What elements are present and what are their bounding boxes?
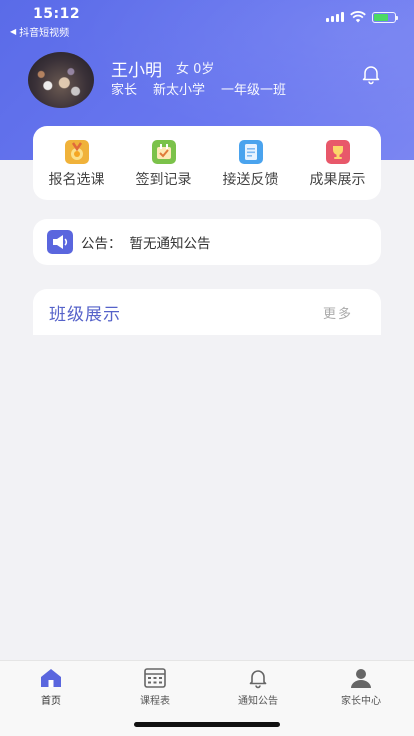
notice-label: 公告： [81,236,122,252]
tab-schedule[interactable]: 课程表 [115,667,195,707]
bell-icon [249,670,267,689]
signal-icon [326,12,344,22]
quick-action-signup[interactable]: 报名选课 [33,126,120,200]
tab-notices[interactable]: 通知公告 [218,667,298,707]
calendar-icon [144,668,166,688]
user-role: 家长 [111,83,138,98]
notice-text: 暂无通知公告 [129,236,211,252]
quick-action-label: 签到记录 [135,172,192,188]
user-class: 一年级一班 [221,83,287,98]
trophy-icon [325,140,350,164]
quick-action-pickup[interactable]: 接送反馈 [207,126,294,200]
notice-bar[interactable]: 公告： 暂无通知公告 [33,219,381,265]
quick-action-label: 接送反馈 [222,172,279,188]
tab-home[interactable]: 首页 [11,667,91,707]
user-info-line: 家长 新太小学 一年级一班 [111,79,286,98]
tab-label: 课程表 [140,696,170,707]
status-time: 15:12 [33,6,81,22]
user-name: 王小明 [111,61,162,81]
notebook-icon [238,140,263,164]
wifi-icon [350,11,366,23]
tab-label: 通知公告 [238,696,278,707]
more-link[interactable]: 更多 [323,303,353,322]
home-indicator [134,722,280,727]
quick-action-label: 报名选课 [48,172,105,188]
home-icon [41,669,61,687]
system-icons [326,11,398,23]
medal-icon [64,140,89,164]
tab-parent-center[interactable]: 家长中心 [321,667,401,707]
avatar[interactable] [28,52,94,108]
quick-actions-card: 报名选课 签到记录 接送反馈 成果展示 [33,126,381,200]
bell-icon[interactable] [360,63,382,85]
checkin-icon [151,140,176,164]
tab-label: 首页 [41,696,61,707]
tab-label: 家长中心 [341,696,381,707]
back-to-app-link[interactable]: ◀ 抖音短视频 [10,24,69,39]
back-arrow-icon: ◀ [10,27,17,36]
battery-icon [372,11,398,23]
class-showcase-title: 班级展示 [49,304,121,325]
class-showcase-header: 班级展示 更多 [33,289,381,335]
status-bar: 15:12 ◀ 抖音短视频 [0,0,414,40]
person-icon [351,669,371,688]
megaphone-icon [47,230,73,254]
back-app-label: 抖音短视频 [19,28,70,39]
user-school: 新太小学 [153,83,206,98]
user-gender-age: 女 0岁 [176,62,215,77]
quick-action-achievements[interactable]: 成果展示 [294,126,381,200]
quick-action-checkin[interactable]: 签到记录 [120,126,207,200]
quick-action-label: 成果展示 [309,172,366,188]
